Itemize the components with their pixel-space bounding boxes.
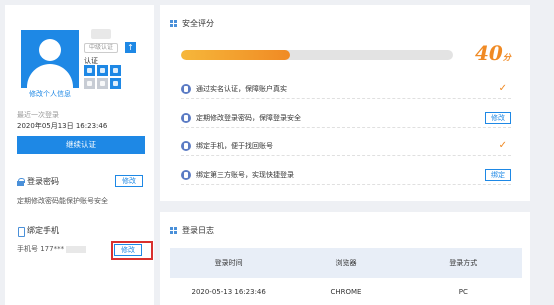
score-number: 40	[475, 41, 503, 65]
id-card-icon[interactable]	[84, 65, 95, 76]
lock-icon	[17, 177, 25, 186]
profile-panel: 修改个人信息 中级认证 ↑ 认证 最近一次登录 2020年05月13日 16:2…	[5, 5, 154, 305]
last-login-time: 2020年05月13日 16:23:46	[17, 122, 108, 130]
security-item-text: 绑定手机，便于找回账号	[196, 141, 273, 150]
column-header: 登录时间	[214, 259, 243, 267]
security-score-header: 安全评分	[170, 18, 214, 29]
table-row: 2020-05-13 16:23:46 CHROME PC	[170, 278, 522, 305]
bind-third-party-button[interactable]: 绑定	[485, 168, 511, 181]
check-icon: ✓	[498, 83, 507, 94]
shield-icon[interactable]	[110, 78, 121, 89]
avatar-head-shape	[39, 39, 61, 61]
security-progress-fill	[181, 50, 290, 60]
score-unit: 分	[502, 52, 511, 62]
check-icon: ✓	[498, 140, 507, 151]
last-login-label: 最近一次登录	[17, 111, 59, 119]
document-icon[interactable]	[84, 78, 95, 89]
bank-icon[interactable]	[97, 78, 108, 89]
table-header: 登录时间 浏览器 登录方式	[170, 248, 522, 278]
phone-number-blurred	[66, 245, 87, 253]
phone-section-title: 绑定手机	[17, 225, 59, 237]
phone-bind-icon	[181, 140, 191, 151]
column-header: 登录方式	[449, 259, 478, 267]
security-item-phone: 绑定手机，便于找回账号 ✓	[181, 136, 511, 156]
edit-password-button[interactable]: 修改	[115, 175, 143, 187]
username-blurred	[91, 29, 111, 39]
password-section-title: 登录密码	[17, 176, 59, 187]
security-score-panel: 安全评分 40分 通过实名认证，保障账户真实 ✓ 定期修改登录密码，保障登录安全…	[160, 5, 530, 201]
security-score-value: 40分	[475, 41, 511, 65]
link-icon	[181, 169, 191, 180]
security-item-realname: 通过实名认证，保障账户真实 ✓	[181, 79, 511, 99]
grid-icon	[170, 227, 177, 234]
verification-level-badge: 中级认证	[84, 43, 119, 53]
security-item-password: 定期修改登录密码，保障登录安全 修改	[181, 108, 511, 128]
security-item-text: 绑定第三方账号，实现快捷登录	[196, 170, 294, 179]
password-description: 定期修改密码能保护账号安全	[17, 197, 108, 205]
security-score-title: 安全评分	[182, 19, 214, 28]
security-item-text: 定期修改登录密码，保障登录安全	[196, 113, 301, 122]
continue-verification-button[interactable]: 继续认证	[17, 136, 145, 154]
security-item-third-party: 绑定第三方账号，实现快捷登录 绑定	[181, 165, 511, 185]
login-log-title: 登录日志	[182, 226, 214, 235]
table-cell: CHROME	[330, 288, 362, 296]
column-header: 浏览器	[335, 259, 357, 267]
login-log-table: 登录时间 浏览器 登录方式 2020-05-13 16:23:46 CHROME…	[170, 248, 522, 305]
password-title-text: 登录密码	[27, 177, 59, 186]
security-progress-bar	[181, 50, 453, 60]
phone-number: 手机号 177***	[17, 244, 87, 254]
table-cell: 2020-05-13 16:23:46	[191, 288, 266, 296]
person-icon[interactable]	[97, 65, 108, 76]
certification-icons	[84, 65, 124, 89]
phone-title-text: 绑定手机	[27, 226, 59, 235]
upgrade-arrow-icon[interactable]: ↑	[125, 42, 136, 53]
edit-profile-link[interactable]: 修改个人信息	[21, 88, 79, 101]
phone-number-text: 手机号 177***	[17, 245, 65, 253]
login-log-panel: 登录日志 登录时间 浏览器 登录方式 2020-05-13 16:23:46 C…	[160, 212, 530, 305]
avatar-body-shape	[27, 64, 73, 88]
thermometer-lock-icon	[181, 112, 191, 123]
grid-icon	[170, 20, 177, 27]
login-log-header: 登录日志	[170, 225, 214, 236]
building-icon[interactable]	[110, 65, 121, 76]
id-verify-icon	[181, 83, 191, 94]
avatar[interactable]	[21, 30, 79, 88]
edit-phone-button[interactable]: 修改	[114, 244, 142, 256]
table-cell: PC	[458, 288, 468, 296]
edit-login-password-button[interactable]: 修改	[485, 111, 511, 124]
phone-icon	[17, 226, 25, 237]
security-item-text: 通过实名认证，保障账户真实	[196, 84, 287, 93]
